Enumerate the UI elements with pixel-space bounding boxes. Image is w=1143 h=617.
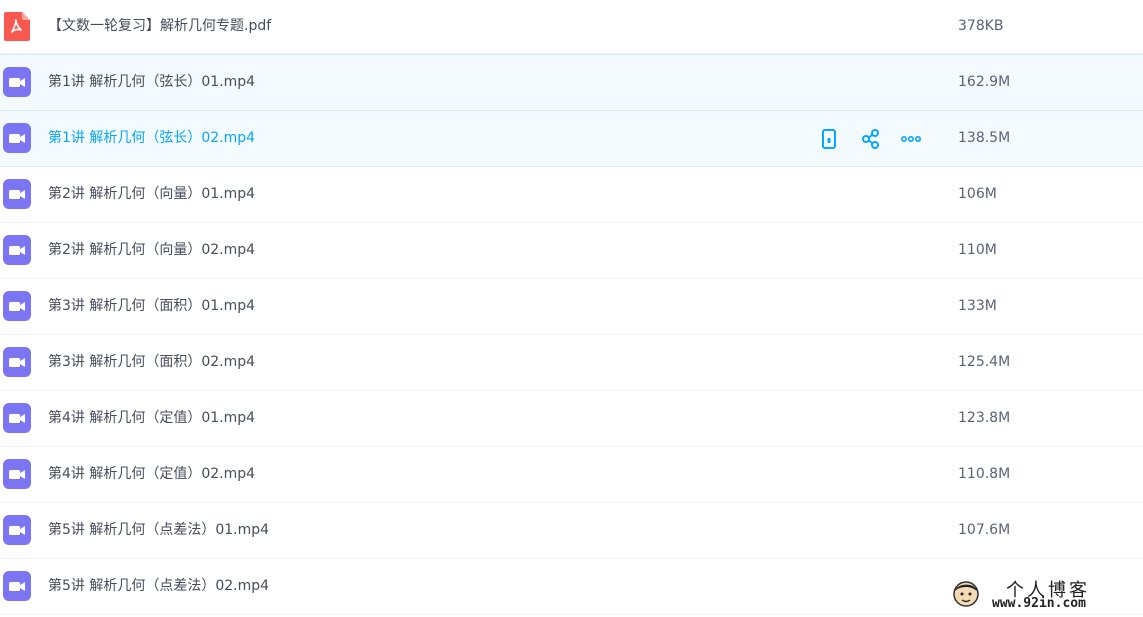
file-name[interactable]: 第4讲 解析几何（定值）02.mp4 (48, 447, 255, 502)
file-row[interactable]: 第1讲 解析几何（弦长）01.mp4 162.9M (0, 54, 1143, 111)
share-icon[interactable] (860, 128, 882, 150)
file-size: 123.8M (958, 410, 1011, 426)
file-row[interactable]: 【文数一轮复习】解析几何专题.pdf 378KB (0, 0, 1143, 54)
file-row[interactable]: 第3讲 解析几何（面积）02.mp4 125.4M (0, 335, 1143, 391)
file-name[interactable]: 第3讲 解析几何（面积）02.mp4 (48, 335, 255, 390)
file-row[interactable]: 第4讲 解析几何（定值）02.mp4 110.8M (0, 447, 1143, 503)
file-row[interactable]: 第5讲 解析几何（点差法）01.mp4 107.6M (0, 503, 1143, 559)
pdf-icon (3, 11, 31, 41)
video-icon (3, 67, 31, 97)
video-icon (3, 179, 31, 209)
file-row[interactable]: 第1讲 解析几何（弦长）02.mp4 138.5M (0, 111, 1143, 167)
watermark-avatar-icon (952, 580, 980, 608)
file-name[interactable]: 第1讲 解析几何（弦长）02.mp4 (48, 111, 255, 166)
watermark-url: www.92in.com (992, 596, 1086, 611)
video-icon (3, 235, 31, 265)
file-size: 378KB (958, 18, 1004, 34)
file-name[interactable]: 第3讲 解析几何（面积）01.mp4 (48, 279, 255, 334)
file-size: 133M (958, 298, 997, 314)
file-size: 107.6M (958, 522, 1011, 538)
file-size: 110M (958, 242, 997, 258)
file-row[interactable]: 第4讲 解析几何（定值）01.mp4 123.8M (0, 391, 1143, 447)
video-icon (3, 403, 31, 433)
file-name[interactable]: 第5讲 解析几何（点差法）02.mp4 (48, 559, 269, 614)
video-icon (3, 123, 31, 153)
watermark: 个人博客 www.92in.com (944, 574, 1140, 614)
more-icon[interactable] (900, 128, 922, 150)
file-list: 【文数一轮复习】解析几何专题.pdf 378KB 第1讲 解析几何（弦长）01.… (0, 0, 1143, 615)
video-icon (3, 347, 31, 377)
phone-icon[interactable] (818, 128, 840, 150)
file-name[interactable]: 【文数一轮复习】解析几何专题.pdf (48, 0, 271, 53)
file-size: 125.4M (958, 354, 1011, 370)
file-size: 138.5M (958, 130, 1011, 146)
file-name[interactable]: 第4讲 解析几何（定值）01.mp4 (48, 391, 255, 446)
file-size: 162.9M (958, 74, 1011, 90)
file-name[interactable]: 第1讲 解析几何（弦长）01.mp4 (48, 55, 255, 110)
file-name[interactable]: 第5讲 解析几何（点差法）01.mp4 (48, 503, 269, 558)
file-row[interactable]: 第2讲 解析几何（向量）01.mp4 106M (0, 167, 1143, 223)
file-row[interactable]: 第3讲 解析几何（面积）01.mp4 133M (0, 279, 1143, 335)
file-name[interactable]: 第2讲 解析几何（向量）02.mp4 (48, 223, 255, 278)
video-icon (3, 571, 31, 601)
file-size: 110.8M (958, 466, 1011, 482)
video-icon (3, 515, 31, 545)
video-icon (3, 291, 31, 321)
file-row[interactable]: 第2讲 解析几何（向量）02.mp4 110M (0, 223, 1143, 279)
video-icon (3, 459, 31, 489)
file-name[interactable]: 第2讲 解析几何（向量）01.mp4 (48, 167, 255, 222)
file-size: 106M (958, 186, 997, 202)
